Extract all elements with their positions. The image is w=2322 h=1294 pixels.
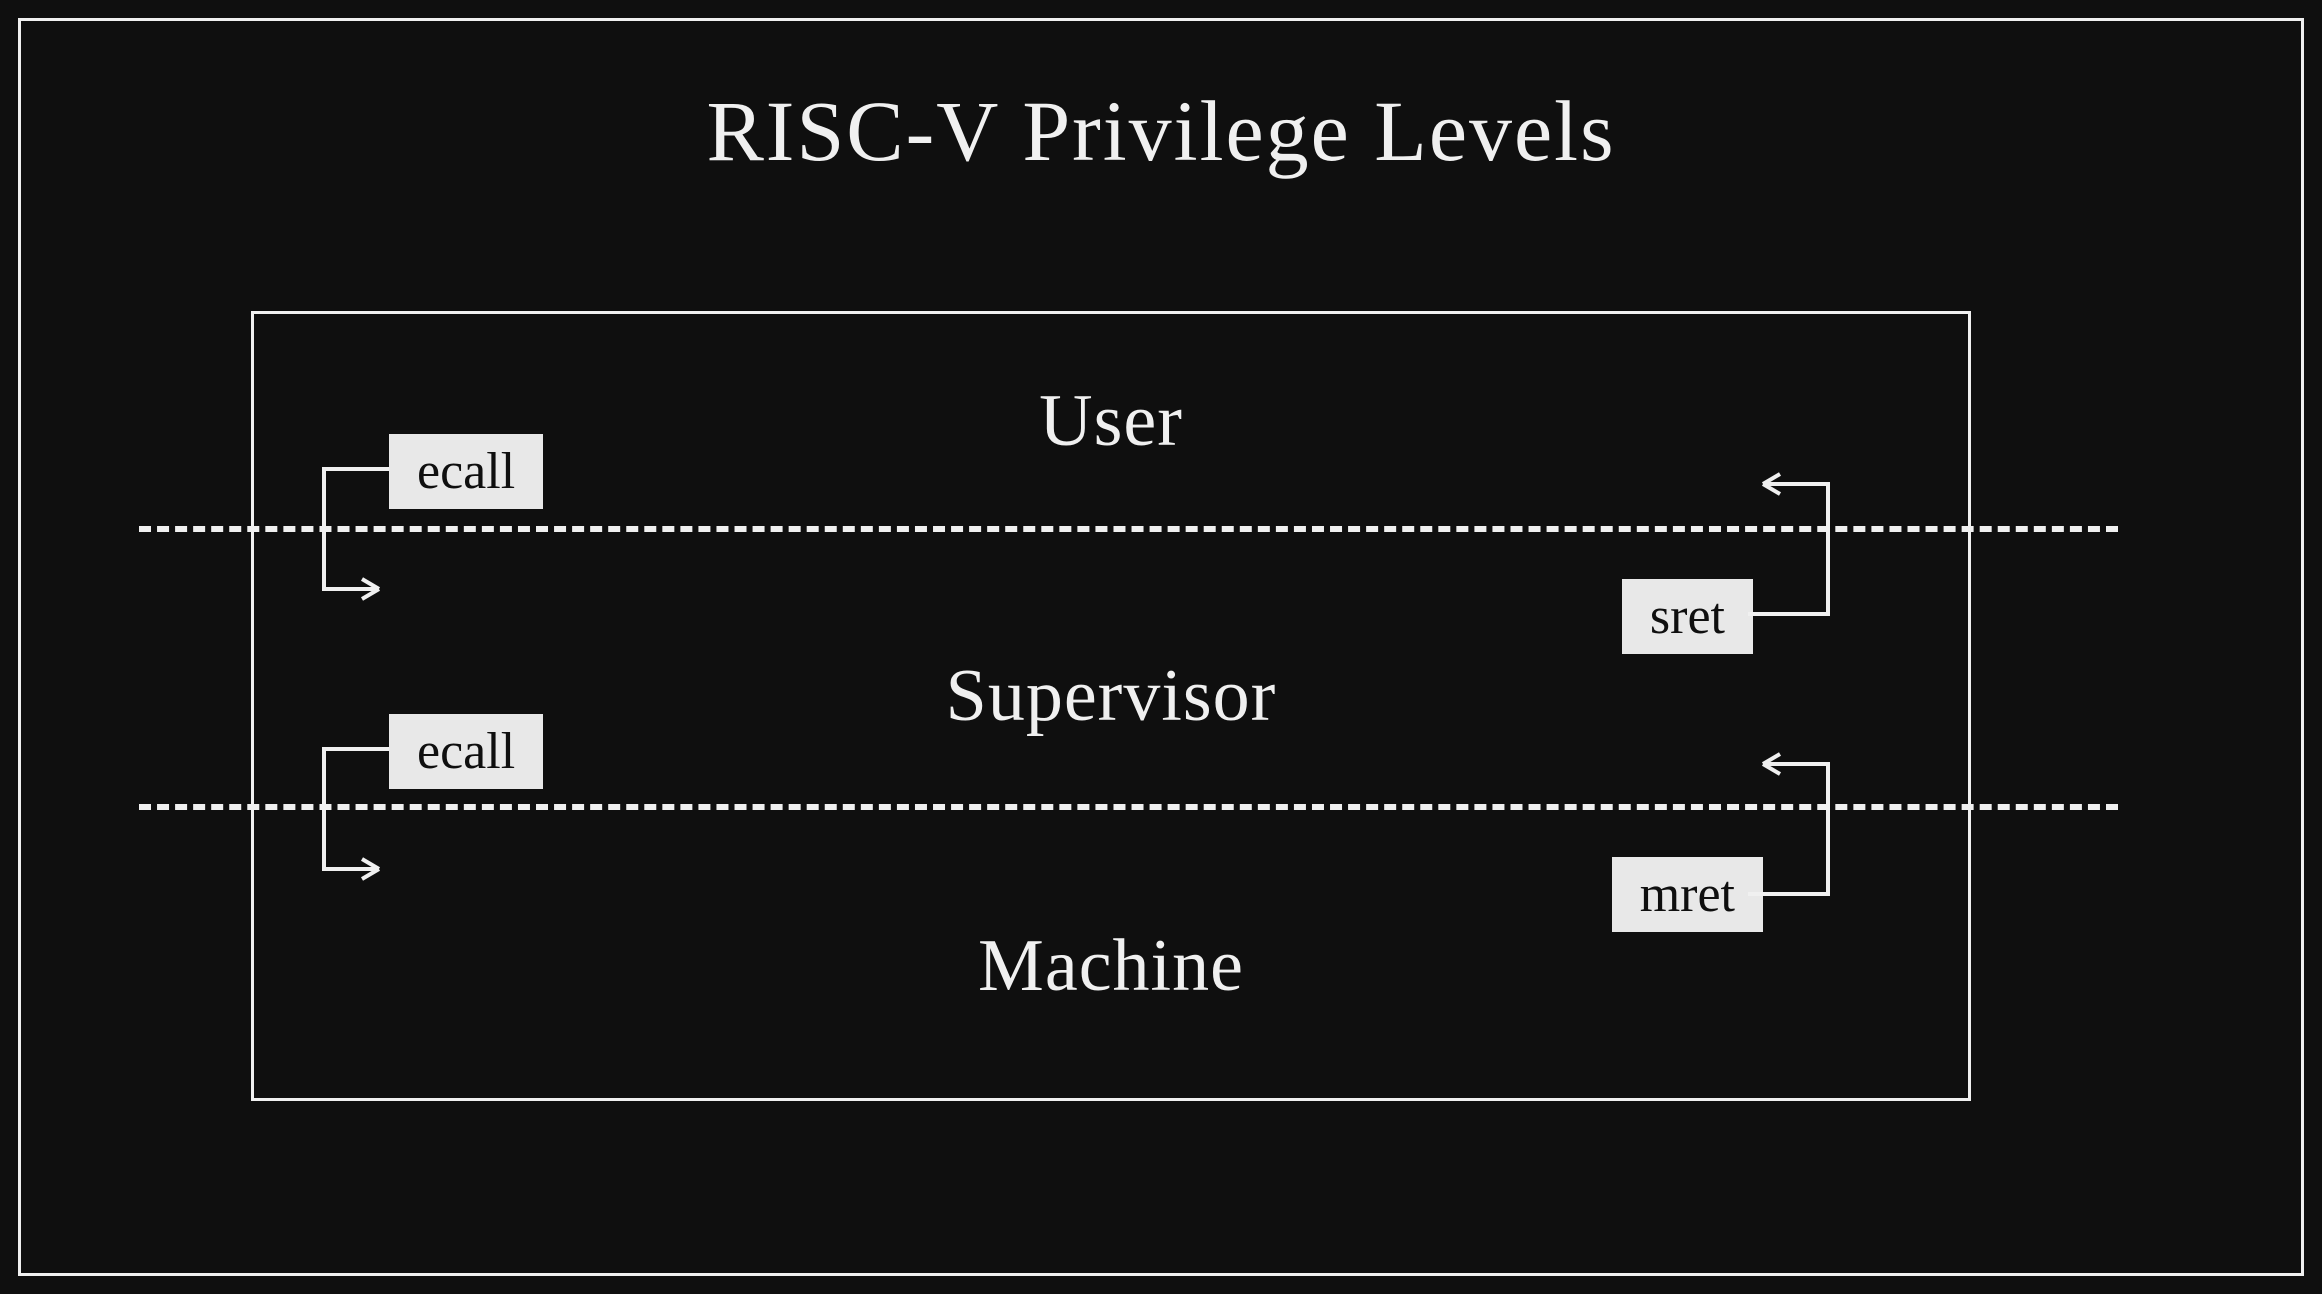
sret-arrow-supervisor-to-user — [1728, 449, 1868, 649]
level-machine-label: Machine — [254, 924, 1968, 1009]
outer-frame: RISC-V Privilege Levels User Supervisor … — [18, 18, 2304, 1276]
ecall-arrow-supervisor-to-machine — [294, 714, 414, 914]
diagram-title: RISC-V Privilege Levels — [21, 81, 2301, 181]
mret-arrow-machine-to-supervisor — [1728, 729, 1868, 929]
privilege-levels-box: User Supervisor Machine ecall ecall sret… — [251, 311, 1971, 1101]
ecall-arrow-user-to-supervisor — [294, 434, 414, 634]
